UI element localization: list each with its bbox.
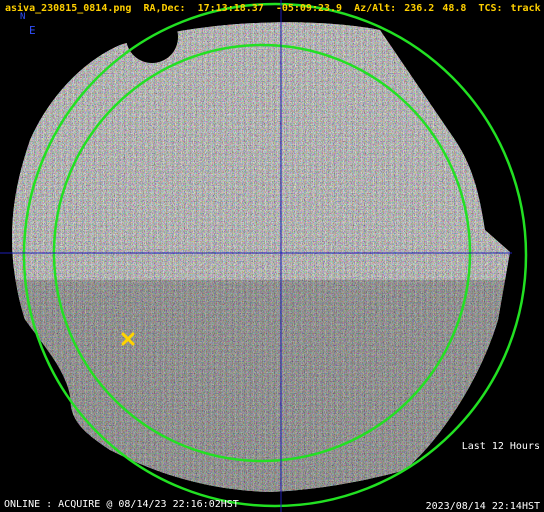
dec-value: -05:09:23.9 [275,3,343,14]
radec-label: RA,Dec: [143,3,186,14]
azalt-label: Az/Alt: [354,3,397,14]
image-timestamp: 2023/08/14 22:14HST [425,501,540,512]
allsky-image [0,0,528,512]
alt-value: 48.8 [442,3,467,14]
telemetry-header: asiva_230815_0814.png RA,Dec: 17:13:18.37-… [5,3,541,15]
history-toggle-button[interactable]: Last 12 Hours [460,441,541,453]
compass-north-label: N [20,12,26,22]
tcs-label: TCS: [478,3,503,14]
compass-east-label: E [29,24,36,37]
ra-value: 17:13:18.37 [197,3,264,14]
sky-texture [12,22,510,493]
az-value: 236.2 [404,3,435,14]
allsky-camera-viewer: asiva_230815_0814.png RA,Dec: 17:13:18.37-… [0,0,544,512]
tcs-state: track [510,3,541,14]
acquire-status: ONLINE : ACQUIRE @ 08/14/23 22:16:02HST [4,499,239,510]
